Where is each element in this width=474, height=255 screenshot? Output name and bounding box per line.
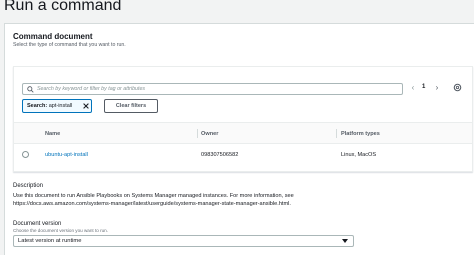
row-select-radio[interactable] (22, 151, 29, 158)
current-page-number[interactable]: 1 (422, 84, 425, 90)
search-box[interactable] (22, 83, 403, 95)
gear-icon[interactable] (453, 83, 462, 92)
section-title: Command document (13, 32, 93, 41)
section-subtitle: Select the type of command that you want… (13, 42, 126, 48)
filter-token-label: Search: apt-install (27, 103, 72, 109)
caret-down-icon (342, 239, 348, 243)
clear-filters-button[interactable]: Clear filters (104, 99, 158, 113)
column-header-owner[interactable]: Owner (201, 131, 218, 137)
search-icon (27, 86, 34, 93)
document-version-value: Latest version at runtime (18, 238, 82, 244)
column-header-platform-types[interactable]: Platform types (341, 131, 380, 137)
chevron-right-icon[interactable]: › (433, 84, 441, 92)
document-platforms: Linux, MacOS (341, 152, 377, 158)
chevron-left-icon[interactable]: ‹ (409, 84, 417, 92)
close-icon[interactable] (82, 102, 90, 110)
document-version-hint: Choose the document version you want to … (13, 228, 108, 233)
document-version-select[interactable]: Latest version at runtime (13, 235, 354, 247)
filter-token-key: Search: (27, 103, 48, 109)
description-label: Description (13, 183, 44, 189)
filter-token-value: apt-install (48, 103, 73, 109)
document-name-link[interactable]: ubuntu-apt-install (45, 152, 88, 158)
search-input[interactable] (37, 84, 397, 94)
document-owner: 098307506582 (201, 152, 239, 158)
table-header-row (14, 122, 472, 144)
column-divider (336, 129, 337, 138)
filter-token: Search: apt-install (22, 99, 92, 113)
column-divider (197, 129, 198, 138)
column-header-name[interactable]: Name (45, 131, 60, 137)
page-title: Run a command (4, 0, 122, 14)
document-version-label: Document version (13, 221, 62, 227)
description-text: Use this document to run Ansible Playboo… (13, 193, 294, 207)
